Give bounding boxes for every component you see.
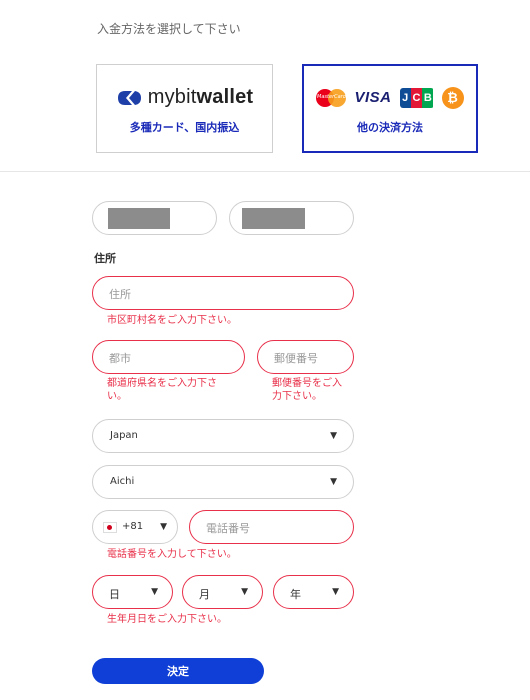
other-method-caption: 他の決済方法	[357, 120, 423, 134]
phone-placeholder: 電話番号	[206, 522, 250, 535]
last-name-field[interactable]	[229, 201, 354, 235]
phone-number-field[interactable]: 電話番号	[189, 510, 354, 544]
payment-option-other[interactable]: MasterCard VISA JCB ₿ 他の決済方法	[302, 64, 478, 153]
city-error: 都道府県名をご入力下さ い。	[107, 378, 217, 402]
prefecture-select[interactable]: Aichi ▼	[92, 465, 354, 499]
postal-code-placeholder: 郵便番号	[274, 352, 318, 365]
country-select[interactable]: Japan ▼	[92, 419, 354, 453]
submit-button[interactable]: 決定	[92, 658, 264, 684]
chevron-down-icon: ▼	[151, 587, 158, 597]
address-placeholder: 住所	[109, 288, 131, 301]
chevron-down-icon: ▼	[330, 477, 337, 487]
postal-code-field[interactable]: 郵便番号	[257, 340, 354, 374]
mybitwallet-mark-icon	[117, 90, 141, 105]
address-field[interactable]: 住所	[92, 276, 354, 310]
redacted-value	[242, 208, 305, 229]
birth-day-select[interactable]: 日 ▼	[92, 575, 173, 609]
prefecture-value: Aichi	[110, 476, 135, 487]
country-value: Japan	[110, 430, 138, 441]
birth-year-select[interactable]: 年 ▼	[273, 575, 354, 609]
first-name-field[interactable]	[92, 201, 217, 235]
page-instruction: 入金方法を選択して下さい	[97, 22, 241, 36]
birth-year-label: 年	[290, 588, 301, 601]
bitcoin-logo: ₿	[441, 86, 464, 109]
postal-code-error: 郵便番号をご入 力下さい。	[272, 378, 342, 402]
mastercard-logo: MasterCard	[316, 88, 347, 107]
address-section-label: 住所	[94, 252, 116, 265]
chevron-down-icon: ▼	[332, 587, 339, 597]
card-logos: MasterCard VISA JCB ₿	[316, 86, 464, 109]
mybitwallet-logo-prefix: mybit	[147, 86, 197, 108]
chevron-down-icon: ▼	[241, 587, 248, 597]
phone-error: 電話番号を入力して下さい。	[107, 549, 237, 560]
mybitwallet-logo: mybitwallet	[116, 86, 254, 109]
city-field[interactable]: 都市	[92, 340, 245, 374]
japan-flag-icon	[103, 522, 117, 533]
jcb-logo: JCB	[399, 87, 434, 108]
chevron-down-icon: ▼	[160, 522, 167, 532]
chevron-down-icon: ▼	[330, 431, 337, 441]
section-divider	[0, 171, 530, 172]
redacted-value	[108, 208, 170, 229]
birth-month-select[interactable]: 月 ▼	[182, 575, 263, 609]
birth-month-label: 月	[199, 588, 210, 601]
city-placeholder: 都市	[109, 352, 131, 365]
mybitwallet-caption: 多種カード、国内振込	[129, 121, 240, 134]
birthdate-error: 生年月日をご入力下さい。	[107, 614, 227, 625]
mybitwallet-logo-suffix: wallet	[196, 86, 254, 108]
address-error: 市区町村名をご入力下さい。	[107, 315, 237, 326]
payment-option-mybitwallet[interactable]: mybitwallet 多種カード、国内振込	[96, 64, 273, 153]
phone-country-code-select[interactable]: +81 ▼	[92, 510, 178, 544]
phone-country-code: +81	[122, 521, 144, 532]
visa-logo: VISA	[354, 89, 392, 106]
birth-day-label: 日	[109, 588, 120, 601]
